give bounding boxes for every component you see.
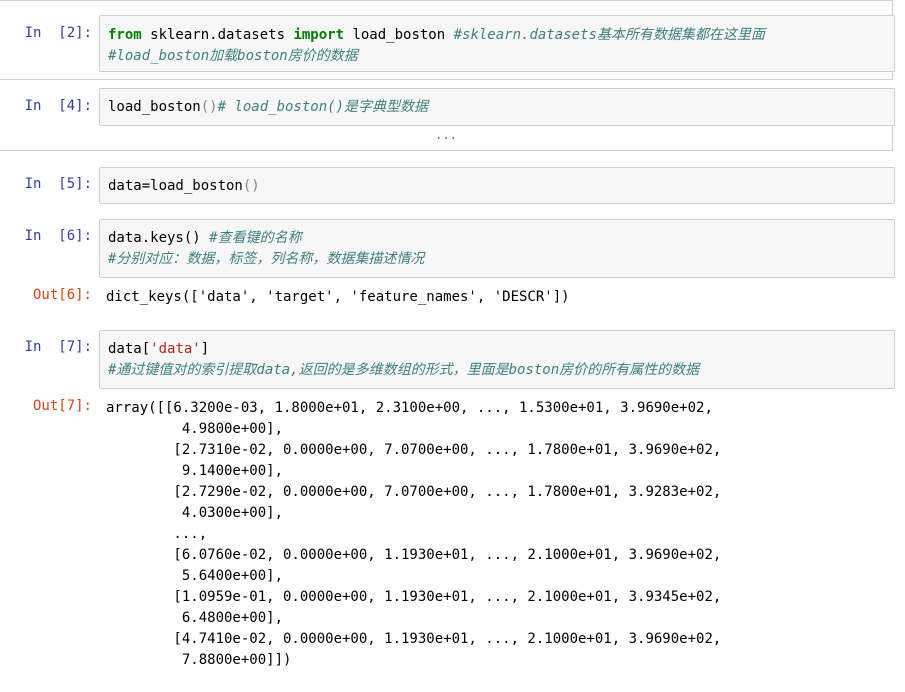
code-line: from sklearn.datasets import load_boston…: [108, 25, 765, 46]
code-comment: #通过键值对的索引提取data,返回的是多维数组的形式，里面是boston房价的…: [108, 362, 700, 378]
code-line: #通过键值对的索引提取data,返回的是多维数组的形式，里面是boston房价的…: [108, 360, 699, 381]
code-editor[interactable]: data['data'] #通过键值对的索引提取data,返回的是多维数组的形式，…: [108, 339, 699, 381]
code-token: (): [200, 99, 218, 115]
input-prompt: In [4]:: [24, 98, 92, 114]
input-prompt: In [6]:: [24, 228, 92, 244]
code-comment: # load_boston()是字典型数据: [217, 99, 429, 115]
code-token: data[: [108, 341, 151, 357]
output-prompt: Out[6]:: [32, 287, 92, 303]
code-editor[interactable]: data.keys() #查看键的名称 #分别对应：数据，标签，列名称，数据集描述…: [108, 228, 424, 270]
input-prompt: In [7]:: [24, 339, 92, 355]
code-token: (): [242, 178, 260, 194]
code-line: data.keys() #查看键的名称: [108, 228, 424, 249]
code-editor[interactable]: load_boston()# load_boston()是字典型数据: [108, 97, 428, 118]
code-token: data=load_boston: [108, 178, 243, 194]
code-editor[interactable]: from sklearn.datasets import load_boston…: [108, 25, 765, 67]
code-comment: #查看键的名称: [209, 230, 302, 246]
code-line: #分别对应：数据，标签，列名称，数据集描述情况: [108, 249, 424, 270]
code-line: load_boston()# load_boston()是字典型数据: [108, 97, 428, 118]
output-text: array([[6.3200e-03, 1.8000e+01, 2.3100e+…: [106, 400, 722, 668]
code-comment: #sklearn.datasets基本所有数据集都在这里面: [453, 27, 765, 43]
code-comment: #分别对应：数据，标签，列名称，数据集描述情况: [108, 251, 425, 267]
input-prompt: In [5]:: [24, 176, 92, 192]
collapsed-output-toggle[interactable]: ...: [0, 126, 893, 151]
code-token: load_boston: [344, 27, 454, 43]
input-prompt: In [2]:: [24, 25, 92, 41]
code-line: data['data']: [108, 339, 699, 360]
output-text: dict_keys(['data', 'target', 'feature_na…: [106, 289, 570, 305]
output-prompt: Out[7]:: [32, 398, 92, 414]
code-editor[interactable]: data=load_boston(): [108, 176, 260, 197]
code-token: ]: [200, 341, 210, 357]
code-string: 'data': [150, 341, 201, 357]
code-line: #load_boston加载boston房价的数据: [108, 46, 765, 67]
code-token: load_boston: [108, 99, 201, 115]
code-keyword: import: [293, 27, 345, 43]
ellipsis-label: ...: [435, 128, 457, 142]
code-comment: #load_boston加载boston房价的数据: [108, 48, 358, 64]
code-keyword: from: [108, 27, 142, 43]
code-token: data.keys(): [108, 230, 210, 246]
code-line: data=load_boston(): [108, 176, 260, 197]
code-token: sklearn.datasets: [141, 27, 294, 43]
